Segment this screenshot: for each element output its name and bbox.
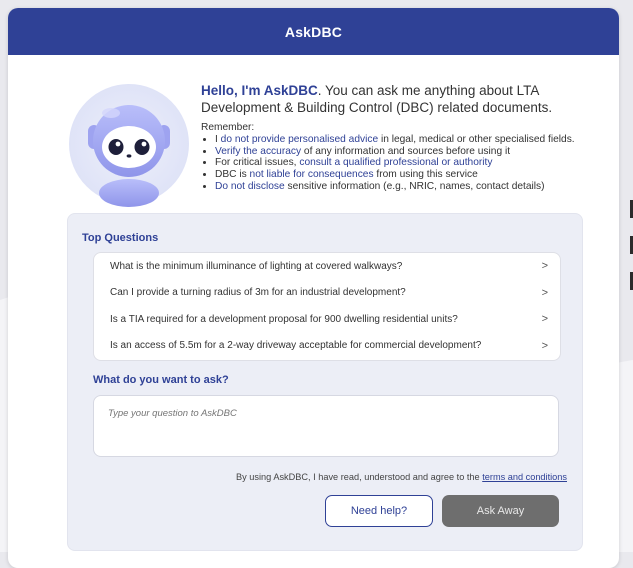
top-question-item[interactable]: What is the minimum illuminance of light… — [94, 253, 560, 280]
remember-item-post: from using this service — [373, 169, 478, 181]
remember-item-highlight: Do not disclose — [215, 180, 285, 192]
greeting-hello: Hello, I'm AskDBC — [201, 83, 318, 98]
app-title: AskDBC — [284, 23, 343, 40]
chat-card: AskDBC Hello, I'm AskDBC. You can ask me… — [8, 8, 619, 568]
remember-item-pre: For critical issues, — [215, 157, 300, 169]
remember-item-highlight: Verify the accuracy — [215, 145, 302, 157]
need-help-button[interactable]: Need help? — [325, 495, 433, 527]
need-help-label: Need help? — [350, 505, 408, 517]
top-question-text: Is an access of 5.5m for a 2-way drivewa… — [110, 340, 482, 352]
chevron-right-icon: > — [541, 286, 548, 299]
ask-away-button[interactable]: Ask Away — [442, 495, 559, 527]
remember-list: I do not provide personalised advice in … — [201, 134, 601, 193]
remember-item-highlight: consult a qualified professional or auth… — [299, 157, 493, 169]
ask-label: What do you want to ask? — [93, 374, 229, 386]
terms-notice: By using AskDBC, I have read, understood… — [236, 472, 567, 482]
greeting-text: Hello, I'm AskDBC. You can ask me anythi… — [201, 82, 591, 116]
remember-item-highlight: not liable for consequences — [249, 169, 374, 181]
chevron-right-icon: > — [541, 260, 548, 273]
top-questions-list: What is the minimum illuminance of light… — [93, 252, 561, 361]
top-question-text: What is the minimum illuminance of light… — [110, 260, 403, 272]
chevron-right-icon: > — [541, 339, 548, 352]
remember-item-post: sensitive information (e.g., NRIC, names… — [284, 180, 545, 192]
question-input[interactable] — [93, 395, 559, 457]
top-question-text: Can I provide a turning radius of 3m for… — [110, 287, 406, 299]
app-header: AskDBC — [8, 8, 619, 55]
remember-block: Remember: I do not provide personalised … — [201, 122, 601, 193]
top-questions-title: Top Questions — [82, 232, 159, 244]
remember-item-pre: DBC is — [215, 169, 250, 181]
terms-text: By using AskDBC, I have read, understood… — [236, 472, 483, 482]
top-question-item[interactable]: Can I provide a turning radius of 3m for… — [94, 280, 560, 307]
remember-item: I do not provide personalised advice in … — [215, 134, 601, 146]
remember-item: Verify the accuracy of any information a… — [215, 146, 601, 158]
astronaut-robot-avatar — [69, 84, 189, 207]
remember-item: For critical issues, consult a qualified… — [215, 157, 601, 169]
top-question-item[interactable]: Is an access of 5.5m for a 2-way drivewa… — [94, 333, 560, 360]
remember-item-post: of any information and sources before us… — [301, 145, 511, 157]
question-panel: Top Questions What is the minimum illumi… — [67, 213, 583, 551]
remember-item: Do not disclose sensitive information (e… — [215, 181, 601, 193]
top-question-text: Is a TIA required for a development prop… — [110, 313, 458, 325]
chevron-right-icon: > — [541, 313, 548, 326]
terms-link[interactable]: terms and conditions — [482, 472, 567, 482]
remember-heading: Remember: — [201, 122, 255, 133]
remember-item: DBC is not liable for consequences from … — [215, 169, 601, 181]
ask-away-label: Ask Away — [476, 505, 525, 517]
remember-item-post: in legal, medical or other specialised f… — [378, 133, 575, 145]
remember-item-highlight: do not provide personalised advice — [220, 133, 379, 145]
top-question-item[interactable]: Is a TIA required for a development prop… — [94, 306, 560, 333]
